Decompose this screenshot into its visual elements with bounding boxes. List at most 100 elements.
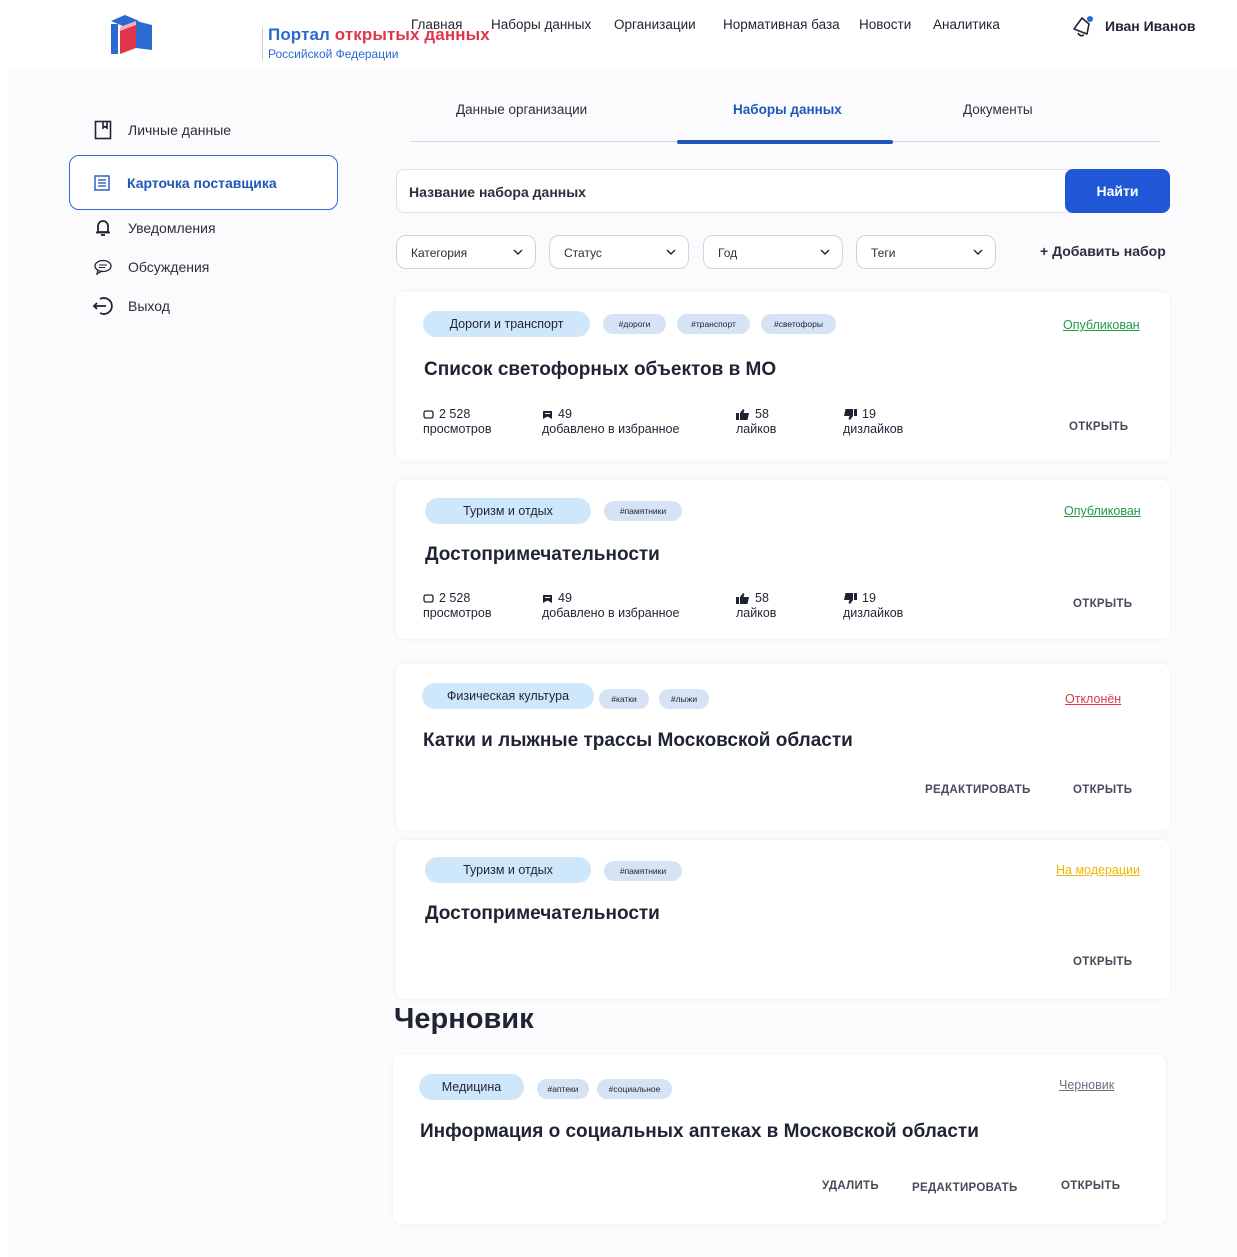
add-dataset-button[interactable]: + Добавить набор	[1040, 243, 1166, 259]
sidebar-item-discussions[interactable]: Обсуждения	[88, 252, 209, 282]
tab-datasets[interactable]: Наборы данных	[733, 102, 842, 117]
views-label: просмотров	[423, 606, 492, 620]
chat-bubble-icon	[88, 252, 118, 282]
views-stat: 2 528 просмотров	[423, 591, 491, 621]
tag-chip[interactable]: #аптеки	[537, 1079, 589, 1099]
filter-label: Год	[718, 246, 738, 260]
favorite-flag-icon	[543, 594, 552, 603]
status-badge[interactable]: Отклонён	[1065, 692, 1121, 706]
favorites-stat: 49 добавлено в избранное	[542, 407, 679, 437]
filter-year[interactable]: Год	[703, 235, 843, 269]
thumbs-down-icon	[844, 593, 857, 604]
sidebar-item-personal-data[interactable]: Личные данные	[88, 115, 231, 145]
tag-chip[interactable]: #дороги	[603, 314, 666, 334]
status-badge[interactable]: Черновик	[1059, 1078, 1114, 1092]
thumbs-up-icon	[736, 409, 749, 420]
status-badge[interactable]: Опубликован	[1063, 318, 1140, 332]
sidebar-item-logout[interactable]: Выход	[88, 291, 170, 321]
tag-chip[interactable]: #катки	[599, 689, 649, 709]
favorites-count: 49	[558, 407, 572, 421]
views-stat: 2 528 просмотров	[423, 407, 491, 437]
status-badge[interactable]: Опубликован	[1064, 504, 1141, 518]
edit-button[interactable]: РЕДАКТИРОВАТЬ	[925, 784, 1031, 796]
nav-link-regulatory[interactable]: Нормативная база	[723, 17, 840, 32]
category-badge[interactable]: Физическая культура	[422, 683, 594, 709]
tag-chip[interactable]: #лыжи	[659, 689, 709, 709]
tab-documents[interactable]: Документы	[963, 102, 1033, 117]
nav-link-home[interactable]: Главная	[411, 17, 462, 32]
filter-status[interactable]: Статус	[549, 235, 689, 269]
tab-organization-data[interactable]: Данные организации	[456, 102, 587, 117]
bell-notification-icon[interactable]	[1070, 14, 1096, 40]
delete-button[interactable]: УДАЛИТЬ	[822, 1180, 879, 1192]
favorites-label: добавлено в избранное	[542, 422, 680, 436]
category-badge[interactable]: Туризм и отдых	[425, 857, 591, 883]
draft-section-title: Черновик	[394, 1003, 534, 1035]
portal-logo[interactable]: Портал открытых данных Российской Федера…	[108, 12, 490, 61]
user-name[interactable]: Иван Иванов	[1105, 18, 1196, 34]
dislikes-stat: 19 дизлайков	[843, 591, 903, 621]
open-button[interactable]: ОТКРЫТЬ	[1073, 956, 1132, 968]
open-button[interactable]: ОТКРЫТЬ	[1073, 784, 1132, 796]
dataset-card: Туризм и отдых #памятники На модерации Д…	[396, 840, 1170, 999]
dataset-card: Медицина #аптеки #социальное Черновик Ин…	[393, 1055, 1166, 1224]
tag-chip[interactable]: #социальное	[597, 1079, 672, 1099]
filter-label: Теги	[871, 246, 896, 260]
eye-icon	[423, 594, 434, 603]
likes-count: 58	[755, 407, 769, 421]
status-badge[interactable]: На модерации	[1056, 863, 1140, 877]
likes-stat: 58 лайков	[736, 591, 776, 621]
tag-chip[interactable]: #памятники	[604, 861, 682, 881]
views-count: 2 528	[439, 591, 471, 605]
filter-label: Статус	[564, 246, 602, 260]
nav-link-organizations[interactable]: Организации	[614, 17, 696, 32]
tag-chip[interactable]: #светофоры	[761, 314, 836, 334]
likes-stat: 58 лайков	[736, 407, 776, 437]
sidebar-item-label: Обсуждения	[128, 259, 210, 275]
filter-category[interactable]: Категория	[396, 235, 536, 269]
dataset-title[interactable]: Достопримечательности	[425, 544, 660, 566]
nav-link-news[interactable]: Новости	[859, 17, 911, 32]
tag-chip[interactable]: #памятники	[604, 501, 682, 521]
views-label: просмотров	[423, 422, 492, 436]
active-tab-indicator	[677, 140, 893, 144]
thumbs-up-icon	[736, 593, 749, 604]
nav-link-datasets[interactable]: Наборы данных	[491, 17, 591, 32]
top-header: Портал открытых данных Российской Федера…	[0, 0, 1237, 66]
sidebar-item-label: Личные данные	[128, 122, 232, 138]
sidebar-item-supplier-card[interactable]: Карточка поставщика	[69, 155, 338, 210]
open-button[interactable]: ОТКРЫТЬ	[1069, 421, 1128, 433]
open-button[interactable]: ОТКРЫТЬ	[1061, 1180, 1120, 1192]
edit-button[interactable]: РЕДАКТИРОВАТЬ	[912, 1182, 1018, 1194]
category-badge[interactable]: Туризм и отдых	[425, 498, 591, 524]
favorites-count: 49	[558, 591, 572, 605]
dataset-title[interactable]: Информация о социальных аптеках в Москов…	[420, 1121, 979, 1143]
bookmark-icon	[88, 115, 118, 145]
chevron-down-icon	[973, 249, 983, 255]
dataset-title[interactable]: Катки и лыжные трассы Московской области	[423, 730, 853, 752]
tag-chip[interactable]: #транспорт	[677, 314, 750, 334]
nav-link-analytics[interactable]: Аналитика	[933, 17, 1000, 32]
chevron-down-icon	[666, 249, 676, 255]
search-input[interactable]	[409, 178, 1049, 206]
dataset-title[interactable]: Достопримечательности	[425, 903, 660, 925]
logout-icon	[88, 291, 118, 321]
category-badge[interactable]: Медицина	[419, 1074, 524, 1100]
likes-label: лайков	[736, 422, 777, 436]
likes-count: 58	[755, 591, 769, 605]
dislikes-label: дизлайков	[843, 606, 904, 620]
category-badge[interactable]: Дороги и транспорт	[423, 311, 590, 337]
open-button[interactable]: ОТКРЫТЬ	[1073, 598, 1132, 610]
dislikes-count: 19	[862, 591, 876, 605]
filter-tags[interactable]: Теги	[856, 235, 996, 269]
dataset-card: Физическая культура #катки #лыжи Отклонё…	[396, 664, 1170, 830]
chevron-down-icon	[513, 249, 523, 255]
dataset-title[interactable]: Список светофорных объектов в МО	[424, 359, 776, 381]
sidebar-item-notifications[interactable]: Уведомления	[88, 213, 216, 243]
sidebar-item-label: Уведомления	[128, 220, 216, 236]
search-box	[396, 169, 1170, 213]
search-button[interactable]: Найти	[1065, 169, 1170, 213]
favorites-label: добавлено в избранное	[542, 606, 680, 620]
sidebar-item-label: Карточка поставщика	[127, 175, 277, 191]
thumbs-down-icon	[844, 409, 857, 420]
